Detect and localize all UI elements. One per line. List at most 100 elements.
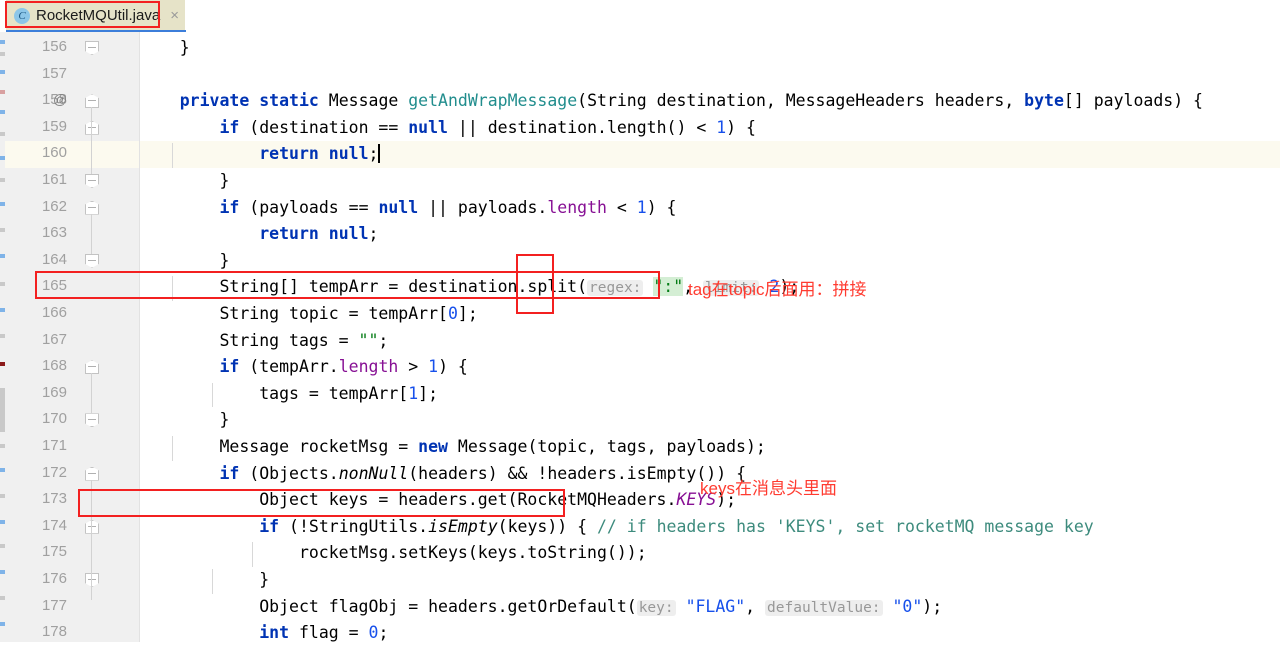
code-line[interactable]: }: [140, 248, 1280, 275]
code-line-text: Object keys = headers.get(RocketMQHeader…: [140, 487, 736, 514]
code-line-text: Message rocketMsg = new Message(topic, t…: [140, 434, 766, 461]
code-fold-collapse-icon[interactable]: [85, 360, 99, 374]
code-line-text: return null;: [140, 221, 378, 248]
code-line-text: if (!StringUtils.isEmpty(keys)) { // if …: [140, 514, 1094, 541]
code-line[interactable]: Object flagObj = headers.getOrDefault(ke…: [140, 594, 1280, 621]
code-line[interactable]: String tags = "";: [140, 328, 1280, 355]
indent-guide: [172, 143, 173, 168]
line-number: 167: [42, 331, 67, 348]
code-fold-collapse-icon[interactable]: [85, 467, 99, 481]
gutter-row[interactable]: 173: [5, 487, 140, 514]
code-fold-end-icon[interactable]: [85, 174, 99, 188]
code-fold-end-icon[interactable]: [85, 573, 99, 587]
code-line[interactable]: if (!StringUtils.isEmpty(keys)) { // if …: [140, 514, 1280, 541]
override-annotation-icon[interactable]: @: [53, 91, 67, 107]
line-number: 168: [42, 357, 67, 374]
gutter-row[interactable]: 174: [5, 514, 140, 541]
code-line[interactable]: if (destination == null || destination.l…: [140, 115, 1280, 142]
gutter-row[interactable]: 166: [5, 301, 140, 328]
gutter-row[interactable]: 176: [5, 567, 140, 594]
line-number: 175: [42, 543, 67, 560]
indent-guide: [172, 436, 173, 461]
code-line-text: Object flagObj = headers.getOrDefault(ke…: [140, 594, 942, 622]
code-surface[interactable]: } private static Message getAndWrapMessa…: [140, 32, 1280, 642]
code-line-text: }: [140, 407, 229, 434]
gutter-row[interactable]: 157: [5, 62, 140, 89]
code-fold-collapse-icon[interactable]: [85, 94, 99, 108]
code-line[interactable]: int flag = 0;: [140, 620, 1280, 647]
tab-label: RocketMQUtil.java: [36, 7, 160, 24]
code-line-text: }: [140, 248, 229, 275]
code-line-text: private static Message getAndWrapMessage…: [140, 88, 1203, 115]
gutter-row[interactable]: 171: [5, 434, 140, 461]
gutter-row[interactable]: 167: [5, 328, 140, 355]
line-number: 174: [42, 517, 67, 534]
code-fold-end-icon[interactable]: [85, 254, 99, 268]
code-line[interactable]: rocketMsg.setKeys(keys.toString());: [140, 540, 1280, 567]
code-line[interactable]: if (tempArr.length > 1) {: [140, 354, 1280, 381]
code-line-text: if (destination == null || destination.l…: [140, 115, 756, 142]
line-number: 165: [42, 277, 67, 294]
gutter-row[interactable]: 159: [5, 115, 140, 142]
gutter-row[interactable]: 165: [5, 274, 140, 301]
code-line-text: int flag = 0;: [140, 620, 388, 647]
code-line-text: if (Objects.nonNull(headers) && !headers…: [140, 461, 746, 488]
line-number-gutter[interactable]: 156 157 158@159 160 161 162 163164 165 166 167 168…: [5, 32, 140, 642]
gutter-row[interactable]: 169: [5, 381, 140, 408]
gutter-row[interactable]: 161: [5, 168, 140, 195]
gutter-row[interactable]: 162: [5, 195, 140, 222]
code-fold-collapse-icon[interactable]: [85, 520, 99, 534]
line-number: 161: [42, 171, 67, 188]
tab-rocketmqutil-java[interactable]: C RocketMQUtil.java ×: [6, 0, 185, 31]
gutter-row[interactable]: 177: [5, 594, 140, 621]
gutter-row[interactable]: 158@: [5, 88, 140, 115]
code-fold-end-icon[interactable]: [85, 413, 99, 427]
gutter-row[interactable]: 178: [5, 620, 140, 647]
code-line[interactable]: return null;: [140, 221, 1280, 248]
code-line[interactable]: }: [140, 35, 1280, 62]
code-line[interactable]: }: [140, 567, 1280, 594]
code-line-text: String topic = tempArr[0];: [140, 301, 478, 328]
code-line[interactable]: return null;: [140, 141, 1280, 168]
gutter-row[interactable]: 170: [5, 407, 140, 434]
line-number: 178: [42, 623, 67, 640]
code-line[interactable]: private static Message getAndWrapMessage…: [140, 88, 1280, 115]
code-line[interactable]: }: [140, 407, 1280, 434]
gutter-row[interactable]: 172: [5, 461, 140, 488]
code-line[interactable]: tags = tempArr[1];: [140, 381, 1280, 408]
code-editor[interactable]: 156 157 158@159 160 161 162 163164 165 166 167 168…: [0, 32, 1280, 642]
code-fold-collapse-icon[interactable]: [85, 201, 99, 215]
line-number: 157: [42, 65, 67, 82]
line-number: 171: [42, 437, 67, 454]
code-line[interactable]: Message rocketMsg = new Message(topic, t…: [140, 434, 1280, 461]
line-number: 162: [42, 198, 67, 215]
note-tag-topic: tag在topic后面用：拼接: [688, 275, 867, 300]
gutter-row[interactable]: 160: [5, 141, 140, 168]
note-keys-header: keys在消息头里面: [700, 474, 837, 499]
code-line-text: String tags = "";: [140, 328, 388, 355]
code-fold-collapse-icon[interactable]: [85, 121, 99, 135]
line-number: 170: [42, 410, 67, 427]
gutter-row[interactable]: 175: [5, 540, 140, 567]
fold-region-line: [91, 214, 92, 254]
line-number: 172: [42, 464, 67, 481]
gutter-row[interactable]: 163: [5, 221, 140, 248]
code-fold-end-icon[interactable]: [85, 41, 99, 55]
code-line[interactable]: [140, 62, 1280, 89]
close-icon[interactable]: ×: [170, 7, 179, 24]
fold-region-line: [91, 533, 92, 573]
line-number: 156: [42, 38, 67, 55]
code-line-text: }: [140, 168, 229, 195]
fold-region-line: [91, 134, 92, 148]
code-line[interactable]: }: [140, 168, 1280, 195]
line-number: 173: [42, 490, 67, 507]
gutter-row[interactable]: 164: [5, 248, 140, 275]
code-line[interactable]: String topic = tempArr[0];: [140, 301, 1280, 328]
code-line-text: if (payloads == null || payloads.length …: [140, 195, 677, 222]
line-number: 160: [42, 144, 67, 161]
code-line[interactable]: if (payloads == null || payloads.length …: [140, 195, 1280, 222]
line-number: 169: [42, 384, 67, 401]
line-number: 177: [42, 597, 67, 614]
gutter-row[interactable]: 156: [5, 35, 140, 62]
gutter-row[interactable]: 168: [5, 354, 140, 381]
